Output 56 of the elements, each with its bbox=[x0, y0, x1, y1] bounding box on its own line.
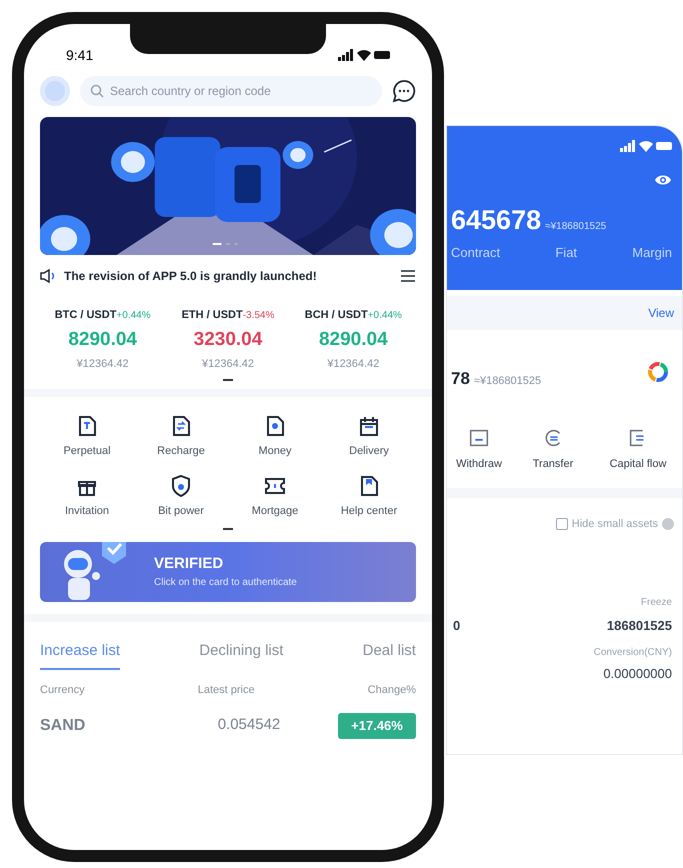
shortcut-item[interactable]: Money bbox=[228, 412, 322, 459]
action-item[interactable]: Transfer bbox=[511, 426, 595, 472]
conversion-value: 0.00000000 bbox=[603, 665, 672, 683]
hide-checkbox[interactable] bbox=[556, 518, 568, 530]
pair-label: ETH / USDT bbox=[182, 308, 243, 323]
action-item[interactable]: Capital flow bbox=[595, 426, 681, 472]
card-subtitle: Click on the card to authenticate bbox=[154, 576, 297, 590]
freeze-value: 186801525 bbox=[606, 616, 672, 634]
cny-text: ¥12364.42 bbox=[327, 357, 380, 372]
status-icons bbox=[620, 140, 672, 152]
search-icon bbox=[90, 84, 104, 98]
amount-text: 78 bbox=[451, 368, 470, 390]
status-time: 9:41 bbox=[66, 46, 94, 64]
cny-text: ¥12364.42 bbox=[76, 357, 129, 372]
view-link[interactable]: View bbox=[648, 304, 674, 322]
shortcut-item[interactable]: Bit power bbox=[134, 473, 228, 520]
status-icons bbox=[338, 49, 390, 61]
shortcut-item[interactable]: Delivery bbox=[322, 412, 416, 459]
price-text: 8290.04 bbox=[68, 328, 137, 352]
column-header: Change% bbox=[368, 683, 416, 698]
change-text: +0.44% bbox=[368, 309, 402, 323]
column-header: Currency bbox=[40, 683, 85, 698]
change-text: -3.54% bbox=[242, 309, 274, 323]
page-indicator bbox=[223, 378, 233, 380]
shortcut-item[interactable]: Help center bbox=[322, 473, 416, 520]
page-indicator bbox=[223, 528, 233, 530]
pair-label: BTC / USDT bbox=[54, 308, 116, 323]
currency-cell-text: SAND bbox=[40, 716, 86, 736]
balance-cny: ≈¥186801525 bbox=[545, 220, 606, 234]
amount-cny: ≈¥186801525 bbox=[474, 374, 542, 389]
ring-chart-icon bbox=[646, 360, 670, 384]
column-header: Latest price bbox=[198, 683, 255, 698]
shortcut-item[interactable]: Invitation bbox=[40, 473, 134, 520]
cny-text: ¥12364.42 bbox=[202, 357, 254, 372]
action-item[interactable]: Withdraw bbox=[447, 426, 511, 472]
chat-icon[interactable] bbox=[392, 79, 416, 103]
eye-icon[interactable] bbox=[654, 174, 672, 186]
conversion-label: Conversion(CNY) bbox=[594, 646, 672, 660]
shortcut-item[interactable]: Perpetual bbox=[40, 412, 134, 459]
shortcut-item[interactable]: Mortgage bbox=[228, 473, 322, 520]
asset-amount: 0 bbox=[453, 616, 460, 634]
price-text: 3230.04 bbox=[194, 328, 262, 352]
change-badge: +17.46% bbox=[338, 712, 416, 738]
balance-text: 645678 bbox=[451, 204, 542, 237]
announcement-text[interactable]: The revision of APP 5.0 is grandly launched! bbox=[64, 267, 394, 285]
shortcut-item[interactable]: Recharge bbox=[134, 412, 228, 459]
verified-card[interactable]: VERIFIED Click on the card to authenticate bbox=[40, 542, 416, 602]
pair-label: BCH / USDT bbox=[304, 308, 368, 323]
freeze-label: Freeze bbox=[640, 596, 672, 610]
price-text: 8290.04 bbox=[318, 328, 388, 352]
price-cell-text: 0.054542 bbox=[216, 715, 282, 736]
hide-label: Hide small assets bbox=[572, 517, 658, 532]
search-field[interactable]: Search country or region code bbox=[80, 76, 382, 106]
menu-icon[interactable] bbox=[400, 269, 416, 283]
card-title: VERIFIED bbox=[154, 554, 224, 574]
change-text: +0.44% bbox=[116, 309, 151, 323]
